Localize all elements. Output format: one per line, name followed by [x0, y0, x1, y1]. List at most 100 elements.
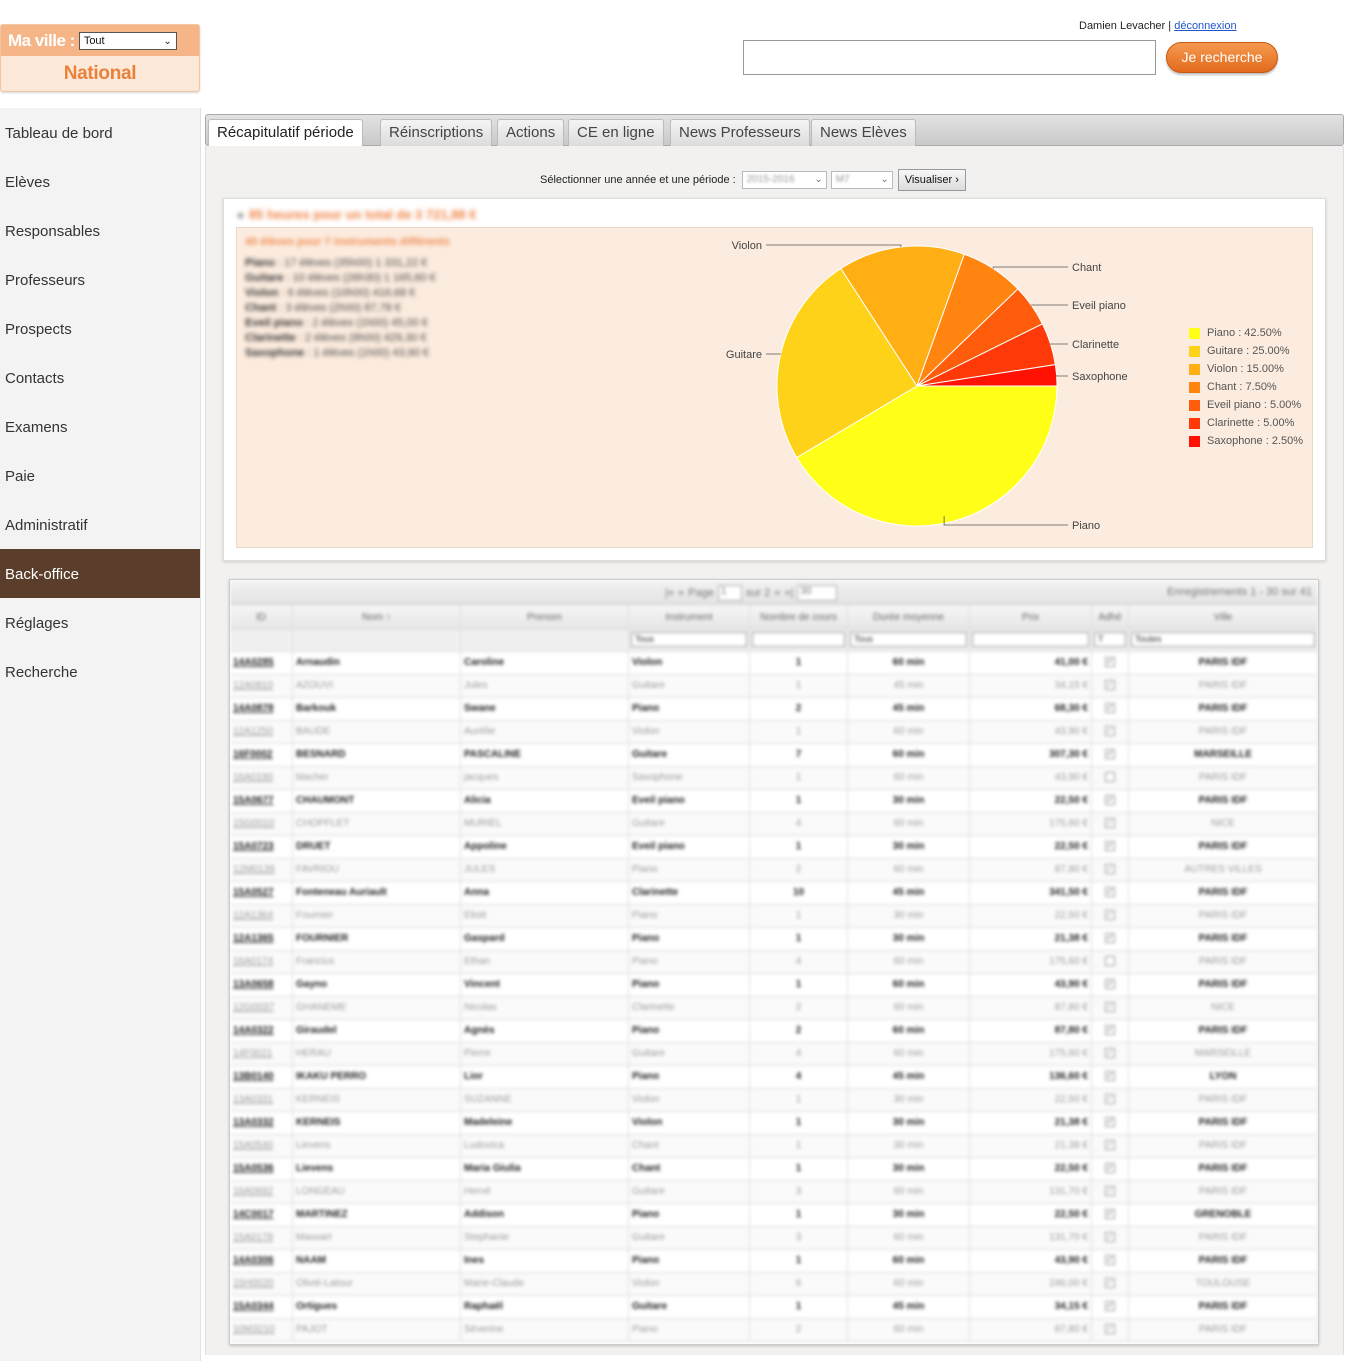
- table-row[interactable]: 14C0017 MARTINEZ Addison Piano 1 30 min 22,50 …: [230, 1204, 1318, 1227]
- filter-prix[interactable]: [972, 632, 1089, 647]
- filter-nombre-cours[interactable]: [752, 632, 845, 647]
- table-row[interactable]: 13B0140 IKAKU PERRO Lior Piano 4 45 min 136,60…: [230, 1066, 1318, 1089]
- cell-id[interactable]: 15A0178: [230, 1227, 293, 1249]
- cell-id[interactable]: 13A0658: [230, 974, 293, 996]
- collapse-arrow-icon[interactable]: ▼: [236, 211, 245, 221]
- table-row[interactable]: 15A0723 DRUET Appoline Eveil piano 1 30 min 22…: [230, 836, 1318, 859]
- table-row[interactable]: 13A0331 KERNEIS SUZANNE Violon 1 30 min 22,50 …: [230, 1089, 1318, 1112]
- tab-actions[interactable]: Actions: [497, 119, 565, 146]
- cell-id[interactable]: 14A0306: [230, 1250, 293, 1272]
- cell-id[interactable]: 12A1364: [230, 905, 293, 927]
- table-row[interactable]: 15G0010 CHOPFLET MURIEL Guitare 4 60 min 175,6…: [230, 813, 1318, 836]
- cell-id[interactable]: 12M0139: [230, 859, 293, 881]
- nav-back-office[interactable]: Back-office: [0, 549, 200, 598]
- table-row[interactable]: 12G0037 GHANEME Nicolas Clarinette 2 60 min 87…: [230, 997, 1318, 1020]
- cell-id[interactable]: 15A0540: [230, 1135, 293, 1157]
- cell-id[interactable]: 14C0017: [230, 1204, 293, 1226]
- period-select[interactable]: M7 ⌄: [830, 171, 893, 189]
- cell-id[interactable]: 16A0190: [230, 767, 293, 789]
- cell-id[interactable]: 12G0037: [230, 997, 293, 1019]
- table-row[interactable]: 14A0322 Giraudel Agnès Piano 2 60 min 87,80 € ✓…: [230, 1020, 1318, 1043]
- search-button[interactable]: Je recherche: [1166, 42, 1278, 73]
- nav-professeurs[interactable]: Professeurs: [0, 255, 200, 304]
- cell-id[interactable]: 15H0020: [230, 1273, 293, 1295]
- cell-id[interactable]: 16A0692: [230, 1181, 293, 1203]
- nav-responsables[interactable]: Responsables: [0, 206, 200, 255]
- table-row[interactable]: 15A0178 Massart Stephanie Guitare 3 60 min 131…: [230, 1227, 1318, 1250]
- table-row[interactable]: 16A0174 Francius Ethan Piano 4 60 min 175,60 €…: [230, 951, 1318, 974]
- tab-news-professeurs[interactable]: News Professeurs: [670, 119, 810, 146]
- tab-r-inscriptions[interactable]: Réinscriptions: [380, 119, 493, 146]
- cell-id[interactable]: 14F0021: [230, 1043, 293, 1065]
- cell-id[interactable]: 15A0527: [230, 882, 293, 904]
- table-row[interactable]: 14F0021 HERAU Pierre Guitare 4 60 min 175,60 €…: [230, 1043, 1318, 1066]
- page-input[interactable]: 1: [717, 585, 742, 601]
- prev-page-icon[interactable]: «: [678, 587, 684, 599]
- nav-contacts[interactable]: Contacts: [0, 353, 200, 402]
- column-header-adhesion[interactable]: Adhé: [1092, 605, 1129, 629]
- cell-id[interactable]: 14A0322: [230, 1020, 293, 1042]
- table-row[interactable]: 16A0190 blacher jacques Saxophone 1 60 min 43,…: [230, 767, 1318, 790]
- table-row[interactable]: 15A0344 Ortigues Raphaël Guitare 1 45 min 34,1…: [230, 1296, 1318, 1319]
- nav-recherche[interactable]: Recherche: [0, 647, 200, 696]
- recap-title[interactable]: ▼ 85 heures pour un total de 3 721,88 €: [236, 207, 477, 222]
- column-header-duree-moyenne[interactable]: Durée moyenne: [848, 605, 970, 629]
- table-row[interactable]: 12A1250 BAUDE Aurélie Violon 1 60 min 43,90 € ✓…: [230, 721, 1318, 744]
- next-page-icon[interactable]: »: [774, 587, 780, 599]
- table-row[interactable]: 15H0020 Olivié-Latour Marie-Claude Violon 6 6…: [230, 1273, 1318, 1296]
- filter-adhesion[interactable]: T: [1094, 632, 1126, 647]
- cell-id[interactable]: 16F0002: [230, 744, 293, 766]
- table-row[interactable]: 16A0692 LONGEAU Hervé Guitare 3 60 min 131,70 …: [230, 1181, 1318, 1204]
- nav-tableau-de-bord[interactable]: Tableau de bord: [0, 108, 200, 157]
- filter-instrument[interactable]: Tous: [631, 632, 747, 647]
- table-row[interactable]: 15A0540 Lievens Ludovica Chant 1 30 min 21,38 …: [230, 1135, 1318, 1158]
- table-row[interactable]: 12A1365 FOURNIER Gaspard Piano 1 30 min 21,38 …: [230, 928, 1318, 951]
- tab-r-capitulatif-p-riode[interactable]: Récapitulatif période: [208, 119, 363, 147]
- per-page-select[interactable]: 30: [797, 585, 838, 601]
- cell-id[interactable]: 10M3210: [230, 1319, 293, 1341]
- column-header-instrument[interactable]: Instrument: [629, 605, 750, 629]
- nav-paie[interactable]: Paie: [0, 451, 200, 500]
- table-row[interactable]: 13A0332 KERNEIS Madeleine Violon 1 30 min 21,3…: [230, 1112, 1318, 1135]
- cell-id[interactable]: 15A0344: [230, 1296, 293, 1318]
- cell-id[interactable]: 15G0010: [230, 813, 293, 835]
- table-row[interactable]: 12A0810 AZOUVI Jules Guitare 1 45 min 34,15 € ✓…: [230, 675, 1318, 698]
- table-row[interactable]: 16F0002 BESNARD PASCALINE Guitare 7 60 min 307…: [230, 744, 1318, 767]
- city-select[interactable]: Tout ⌄: [78, 31, 177, 50]
- filter-duree-moyenne[interactable]: Tous: [850, 632, 967, 647]
- table-row[interactable]: 15A0527 Fonteneau Auriault Anna Clarinette 1…: [230, 882, 1318, 905]
- cell-id[interactable]: 14A0878: [230, 698, 293, 720]
- cell-id[interactable]: 13B0140: [230, 1066, 293, 1088]
- filter-ville[interactable]: Toutes: [1131, 632, 1315, 647]
- search-input[interactable]: [743, 40, 1156, 75]
- table-row[interactable]: 14A0285 Arnaudin Caroline Violon 1 60 min 41,0…: [230, 652, 1318, 675]
- cell-id[interactable]: 15A0677: [230, 790, 293, 812]
- table-row[interactable]: 15A0536 Lievens Maria Giulia Chant 1 30 min 22…: [230, 1158, 1318, 1181]
- table-row[interactable]: 12A1364 Fournier Eliott Piano 1 30 min 22,50 €…: [230, 905, 1318, 928]
- column-header-id[interactable]: ID: [230, 605, 293, 629]
- cell-id[interactable]: 12A1365: [230, 928, 293, 950]
- cell-id[interactable]: 16A0174: [230, 951, 293, 973]
- tab-news-el-ves[interactable]: News Elèves: [811, 119, 916, 146]
- cell-id[interactable]: 13A0332: [230, 1112, 293, 1134]
- nav-reglages[interactable]: Réglages: [0, 598, 200, 647]
- nav-administratif[interactable]: Administratif: [0, 500, 200, 549]
- column-header-prix[interactable]: Prix: [970, 605, 1092, 629]
- cell-id[interactable]: 12A1250: [230, 721, 293, 743]
- table-row[interactable]: 13A0658 Gayno Vincent Piano 1 60 min 43,90 € ✓ P…: [230, 974, 1318, 997]
- visualiser-button[interactable]: Visualiser ›: [897, 169, 966, 191]
- cell-id[interactable]: 15A0723: [230, 836, 293, 858]
- table-row[interactable]: 10M3210 PAJOT Séverine Piano 2 60 min 87,80 € ✓…: [230, 1319, 1318, 1342]
- last-page-icon[interactable]: »|: [784, 587, 793, 599]
- table-row[interactable]: 14A0878 Barkouk Swane Piano 2 45 min 68,30 € ✓ P…: [230, 698, 1318, 721]
- year-select[interactable]: 2015-2016 ⌄: [741, 171, 827, 189]
- nav-prospects[interactable]: Prospects: [0, 304, 200, 353]
- nav-eleves[interactable]: Elèves: [0, 157, 200, 206]
- column-header-prenom[interactable]: Prenom: [461, 605, 629, 629]
- table-row[interactable]: 15A0677 CHAUMONT Alicia Eveil piano 1 30 min 2…: [230, 790, 1318, 813]
- column-header-nom[interactable]: Nom ↑: [293, 605, 461, 629]
- cell-id[interactable]: 14A0285: [230, 652, 293, 674]
- logout-link[interactable]: déconnexion: [1174, 20, 1236, 32]
- first-page-icon[interactable]: |«: [665, 587, 674, 599]
- table-row[interactable]: 14A0306 NAAM Ines Piano 1 60 min 43,90 € ✓ PARIS…: [230, 1250, 1318, 1273]
